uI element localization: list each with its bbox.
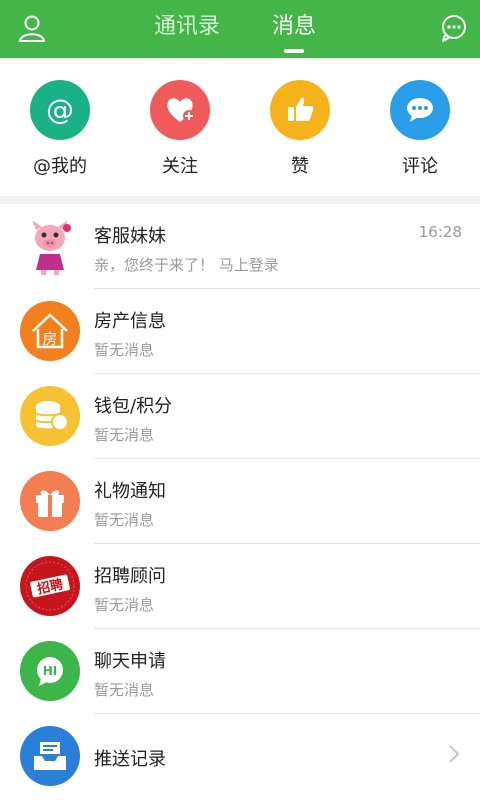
message-list: 客服妹妹 亲，您终于来了！ 马上登录 16:28 房 房产信息 暂无消息 钱包/… xyxy=(0,204,480,799)
speech-bubble-icon xyxy=(390,80,450,140)
item-title: 钱包/积分 xyxy=(94,396,173,417)
quick-action-follow[interactable]: 关注 xyxy=(130,80,230,178)
recruit-badge-label: 招聘 xyxy=(36,576,65,597)
list-item-recruit[interactable]: 招聘 招聘顾问 暂无消息 xyxy=(0,544,480,629)
item-title: 礼物通知 xyxy=(94,481,166,502)
coins-icon xyxy=(20,386,80,446)
top-bar: 通讯录 消息 xyxy=(0,0,480,58)
list-item-push-record[interactable]: 推送记录 xyxy=(0,714,480,799)
item-title: 招聘顾问 xyxy=(94,566,166,587)
gift-icon xyxy=(20,471,80,531)
item-title: 房产信息 xyxy=(94,311,166,332)
item-title: 推送记录 xyxy=(94,749,166,770)
house-icon-label: 房 xyxy=(42,330,57,348)
list-item-gift[interactable]: 礼物通知 暂无消息 xyxy=(0,459,480,544)
active-tab-indicator xyxy=(284,49,304,53)
item-subtitle: 暂无消息 xyxy=(94,426,155,444)
list-item-wallet[interactable]: 钱包/积分 暂无消息 xyxy=(0,374,480,459)
quick-action-label: 赞 xyxy=(291,156,309,177)
pig-mascot-avatar xyxy=(20,216,80,276)
list-item-customer-service[interactable]: 客服妹妹 亲，您终于来了！ 马上登录 16:28 xyxy=(0,204,480,289)
quick-action-label: @我的 xyxy=(33,156,87,177)
section-separator xyxy=(0,196,480,204)
item-time: 16:28 xyxy=(418,223,462,241)
house-icon: 房 xyxy=(20,301,80,361)
item-title: 聊天申请 xyxy=(94,651,166,672)
chevron-right-icon xyxy=(448,744,460,768)
item-subtitle: 暂无消息 xyxy=(94,681,155,699)
svg-text:@: @ xyxy=(46,93,74,126)
tab-contacts[interactable]: 通讯录 xyxy=(154,10,220,46)
item-subtitle: 亲，您终于来了！ 马上登录 xyxy=(94,256,279,274)
item-subtitle: 暂无消息 xyxy=(94,596,155,614)
quick-action-comments[interactable]: 评论 xyxy=(370,80,470,178)
chat-bubble-icon[interactable] xyxy=(434,10,474,46)
at-sign-icon: @ xyxy=(30,80,90,140)
recruit-badge-icon: 招聘 xyxy=(20,556,80,616)
hi-bubble-icon: HI xyxy=(20,641,80,701)
quick-action-likes[interactable]: 赞 xyxy=(250,80,350,178)
quick-action-mentions[interactable]: @ @我的 xyxy=(10,80,110,178)
quick-actions: @ @我的 关注 赞 评论 xyxy=(0,58,480,198)
quick-action-label: 评论 xyxy=(402,156,438,177)
tab-messages[interactable]: 消息 xyxy=(272,10,316,46)
heart-plus-icon xyxy=(150,80,210,140)
item-title: 客服妹妹 xyxy=(94,226,166,247)
list-item-chat-request[interactable]: HI 聊天申请 暂无消息 xyxy=(0,629,480,714)
hi-bubble-label: HI xyxy=(43,664,58,678)
thumbs-up-icon xyxy=(270,80,330,140)
list-item-property[interactable]: 房 房产信息 暂无消息 xyxy=(0,289,480,374)
item-subtitle: 暂无消息 xyxy=(94,511,155,529)
quick-action-label: 关注 xyxy=(162,156,198,177)
person-icon[interactable] xyxy=(12,10,52,46)
inbox-mail-icon xyxy=(20,726,80,786)
item-subtitle: 暂无消息 xyxy=(94,341,155,359)
